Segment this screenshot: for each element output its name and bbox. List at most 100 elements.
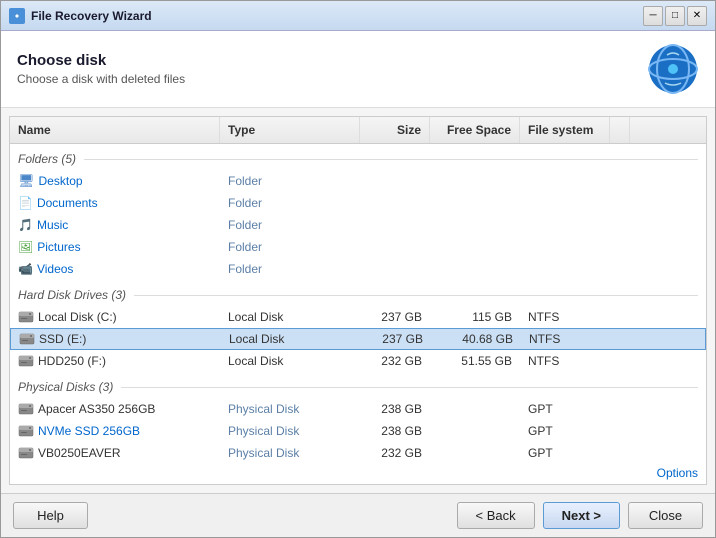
section-header-physical: Physical Disks (3) <box>10 372 706 398</box>
row-name-f: HDD250 (F:) <box>10 352 220 370</box>
row-free <box>430 179 520 183</box>
row-type: Local Disk <box>220 308 360 326</box>
window-controls: ─ □ ✕ <box>643 6 707 26</box>
help-button[interactable]: Help <box>13 502 88 529</box>
table-row[interactable]: HDD250 (F:) Local Disk 232 GB 51.55 GB N… <box>10 350 706 372</box>
row-name-music: 🎵 Music <box>10 216 220 234</box>
table-row[interactable]: 🖼 Pictures Folder <box>10 236 706 258</box>
table-row[interactable]: 📄 Documents Folder <box>10 192 706 214</box>
row-fs: GPT <box>520 400 610 418</box>
row-type: Folder <box>220 260 360 278</box>
row-fs <box>520 245 610 249</box>
row-name-label: Desktop <box>39 174 83 188</box>
section-label-hdd: Hard Disk Drives (3) <box>18 288 126 302</box>
table-header: Name Type Size Free Space File system <box>10 117 706 144</box>
table-row[interactable]: Apacer AS350 256GB Physical Disk 238 GB … <box>10 398 706 420</box>
col-header-size: Size <box>360 117 430 143</box>
row-type: Local Disk <box>220 352 360 370</box>
row-name-label: Pictures <box>37 240 80 254</box>
section-label-physical: Physical Disks (3) <box>18 380 113 394</box>
row-size: 237 GB <box>361 330 431 348</box>
row-name-vb: VB0250EAVER <box>10 444 220 462</box>
col-header-name: Name <box>10 117 220 143</box>
local-disk-icon <box>18 310 34 324</box>
row-fs: NTFS <box>520 352 610 370</box>
row-type: Folder <box>220 172 360 190</box>
local-disk-icon <box>18 354 34 368</box>
documents-icon: 📄 <box>18 196 33 210</box>
row-size <box>360 245 430 249</box>
row-name-documents: 📄 Documents <box>10 194 220 212</box>
section-divider-physical <box>121 387 698 388</box>
row-name-label: Apacer AS350 256GB <box>38 402 155 416</box>
row-name-label: Documents <box>37 196 98 210</box>
row-name-label: NVMe SSD 256GB <box>38 424 140 438</box>
local-disk-icon <box>19 332 35 346</box>
row-size <box>360 201 430 205</box>
row-size: 232 GB <box>360 352 430 370</box>
row-free: 115 GB <box>430 308 520 326</box>
minimize-button[interactable]: ─ <box>643 6 663 26</box>
section-header-folders: Folders (5) <box>10 144 706 170</box>
close-window-button[interactable]: ✕ <box>687 6 707 26</box>
row-type: Physical Disk <box>220 422 360 440</box>
table-row[interactable]: VB0250EAVER Physical Disk 232 GB GPT <box>10 442 706 462</box>
row-free: 51.55 GB <box>430 352 520 370</box>
row-fs: NTFS <box>521 330 611 348</box>
window: File Recovery Wizard ─ □ ✕ Choose disk C… <box>0 0 716 538</box>
window-title: File Recovery Wizard <box>31 9 643 23</box>
table-row-selected[interactable]: SSD (E:) Local Disk 237 GB 40.68 GB NTFS <box>10 328 706 350</box>
footer-area: Options <box>10 462 706 484</box>
physical-disk-icon <box>18 424 34 438</box>
row-type: Folder <box>220 194 360 212</box>
row-name-label: Music <box>37 218 68 232</box>
col-header-freespace: Free Space <box>430 117 520 143</box>
row-name-label: Videos <box>37 262 73 276</box>
options-link[interactable]: Options <box>657 466 698 480</box>
row-free <box>430 429 520 433</box>
row-name-label: Local Disk (C:) <box>38 310 117 324</box>
col-header-type: Type <box>220 117 360 143</box>
row-name-e: SSD (E:) <box>11 330 221 348</box>
row-type: Physical Disk <box>220 400 360 418</box>
header-subtitle: Choose a disk with deleted files <box>17 72 647 86</box>
row-free: 40.68 GB <box>431 330 521 348</box>
close-button[interactable]: Close <box>628 502 703 529</box>
row-name-c: Local Disk (C:) <box>10 308 220 326</box>
row-size: 237 GB <box>360 308 430 326</box>
row-free <box>430 267 520 271</box>
table-row[interactable]: Local Disk (C:) Local Disk 237 GB 115 GB… <box>10 306 706 328</box>
row-fs: NTFS <box>520 308 610 326</box>
maximize-button[interactable]: □ <box>665 6 685 26</box>
back-button[interactable]: < Back <box>457 502 535 529</box>
row-name-label: HDD250 (F:) <box>38 354 106 368</box>
header-title: Choose disk <box>17 52 647 69</box>
row-name-desktop: 🖥 Desktop <box>10 171 220 191</box>
row-free <box>430 245 520 249</box>
pictures-icon: 🖼 <box>18 240 33 254</box>
row-type: Folder <box>220 238 360 256</box>
row-size <box>360 267 430 271</box>
row-type: Local Disk <box>221 330 361 348</box>
col-header-scroll <box>610 117 630 143</box>
row-fs <box>520 179 610 183</box>
table-row[interactable]: NVMe SSD 256GB Physical Disk 238 GB GPT <box>10 420 706 442</box>
button-bar: Help < Back Next > Close <box>1 493 715 537</box>
nav-buttons: < Back Next > Close <box>457 502 704 529</box>
table-row[interactable]: 🖥 Desktop Folder <box>10 170 706 192</box>
table-row[interactable]: 🎵 Music Folder <box>10 214 706 236</box>
row-free <box>430 451 520 455</box>
row-type: Physical Disk <box>220 444 360 462</box>
row-name-pictures: 🖼 Pictures <box>10 238 220 256</box>
videos-icon: 📹 <box>18 262 33 276</box>
row-size: 238 GB <box>360 422 430 440</box>
row-fs <box>520 201 610 205</box>
row-type: Folder <box>220 216 360 234</box>
table-row[interactable]: 📹 Videos Folder <box>10 258 706 280</box>
next-button[interactable]: Next > <box>543 502 620 529</box>
row-size <box>360 223 430 227</box>
app-icon <box>9 8 25 24</box>
table-body[interactable]: Folders (5) 🖥 Desktop Folder 📄 Documents <box>10 144 706 462</box>
physical-disk-icon <box>18 446 34 460</box>
row-free <box>430 201 520 205</box>
